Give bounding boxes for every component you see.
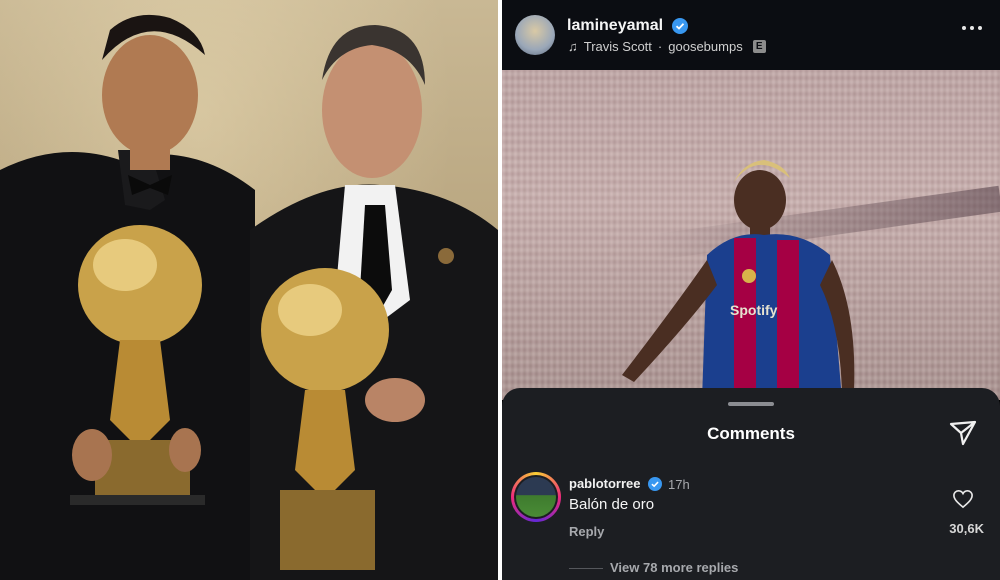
instagram-story-screen: lamineyamal ♫ Travis Scott · goosebumps …	[502, 0, 1000, 580]
music-note-icon: ♫	[568, 39, 578, 54]
like-count: 30,6K	[949, 521, 984, 536]
music-separator: ·	[657, 39, 663, 54]
story-music-line[interactable]: ♫ Travis Scott · goosebumps E	[568, 39, 766, 54]
jersey-sponsor-text: Spotify	[730, 302, 778, 318]
heart-like-icon[interactable]	[952, 489, 974, 509]
story-image[interactable]: Spotify	[502, 70, 1000, 400]
verified-badge-icon	[648, 477, 662, 491]
comment-text: Balón de oro	[569, 496, 655, 513]
sheet-drag-handle[interactable]	[728, 402, 774, 406]
music-artist: Travis Scott	[583, 39, 652, 54]
more-options-icon[interactable]	[962, 26, 982, 30]
comment-username[interactable]: pablotorree	[569, 476, 641, 491]
comment-time: 17h	[668, 477, 690, 492]
share-send-icon[interactable]	[948, 418, 978, 448]
explicit-badge: E	[752, 40, 766, 53]
story-avatar[interactable]	[515, 15, 555, 55]
comments-sheet: Comments pablotorree 17h Balón de oro Re…	[502, 388, 1000, 580]
replies-divider	[569, 568, 603, 569]
view-more-replies-button[interactable]: View 78 more replies	[610, 560, 738, 575]
verified-badge-icon	[672, 18, 688, 34]
award-photo-illustration	[0, 14, 498, 580]
comment-avatar-image	[516, 477, 556, 517]
reply-button[interactable]: Reply	[569, 524, 604, 539]
award-photo	[0, 0, 498, 580]
comments-title: Comments	[707, 424, 795, 443]
comment-avatar[interactable]	[511, 472, 561, 522]
story-header: lamineyamal ♫ Travis Scott · goosebumps …	[502, 0, 1000, 70]
story-username[interactable]: lamineyamal	[567, 17, 663, 35]
music-track: goosebumps	[668, 39, 743, 54]
footballer-illustration: Spotify	[622, 160, 855, 400]
